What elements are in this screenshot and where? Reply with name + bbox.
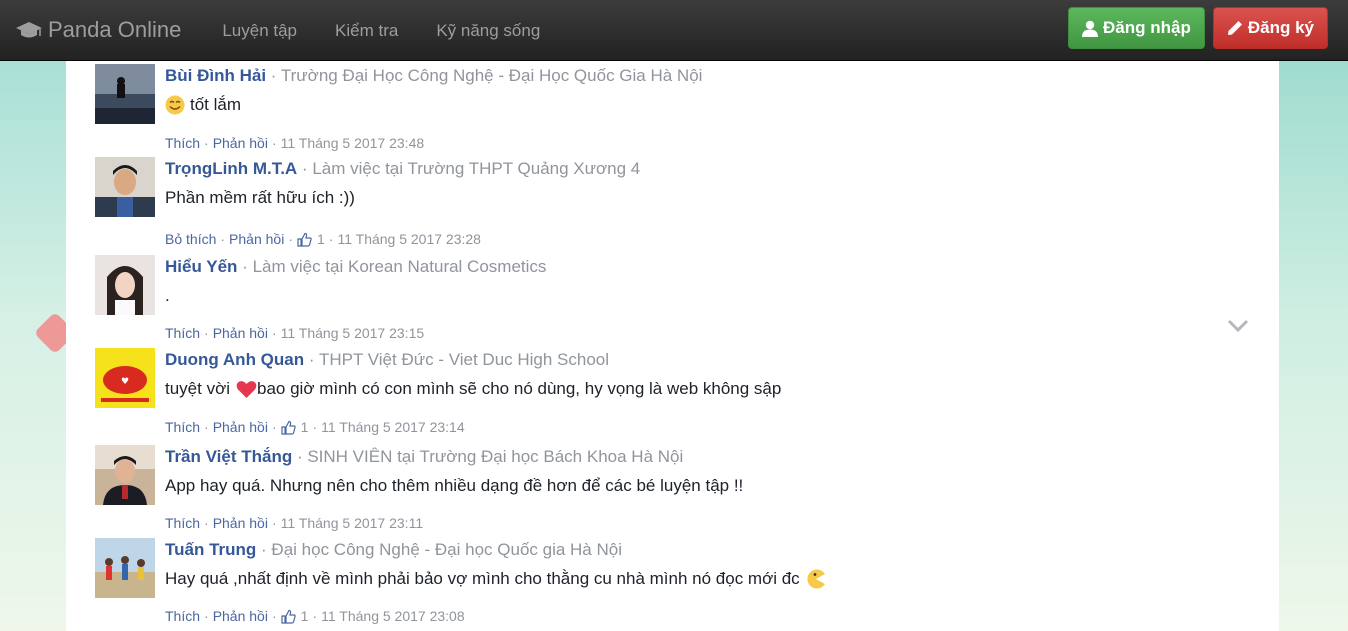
comment-body: Tuấn Trung · Đại học Công Nghệ - Đại học… — [165, 538, 1255, 625]
like-link[interactable]: Thích — [165, 418, 200, 436]
comment-author[interactable]: Trần Việt Thắng — [165, 447, 292, 466]
reply-link[interactable]: Phản hồi — [213, 607, 268, 625]
like-link[interactable]: Thích — [165, 134, 200, 152]
comment-text-row: App hay quá. Nhưng nên cho thêm nhiều dạ… — [165, 474, 1255, 498]
like-link[interactable]: Thích — [165, 607, 200, 625]
comment-affiliation: Làm việc tại Korean Natural Cosmetics — [252, 257, 547, 276]
reply-link[interactable]: Phản hồi — [213, 514, 268, 532]
comment-affiliation: Trường Đại Học Công Nghệ - Đại Học Quốc … — [280, 66, 703, 85]
comment-text: Phần mềm rất hữu ích :)) — [165, 188, 355, 207]
brand[interactable]: Panda Online — [16, 0, 181, 61]
comment-text: Hay quá ,nhất định về mình phải bảo vợ m… — [165, 569, 800, 588]
comment-author[interactable]: TrọngLinh M.T.A — [165, 159, 297, 178]
comment-actions: Thích · Phản hồi · 11 Tháng 5 2017 23:48 — [165, 134, 425, 152]
chevron-down-icon[interactable] — [1227, 319, 1249, 333]
pacman-emoji-icon — [807, 569, 825, 589]
comment-text-start: tuyệt vời — [165, 379, 231, 398]
user-icon — [1082, 20, 1099, 37]
comment-text-row: Phần mềm rất hữu ích :)) — [165, 186, 1255, 210]
unlike-link[interactable]: Bỏ thích — [165, 230, 216, 248]
reply-link[interactable]: Phản hồi — [213, 324, 268, 342]
comment-actions: Thích · Phản hồi · 11 Tháng 5 2017 23:11 — [165, 514, 424, 532]
comment-actions: Thích · Phản hồi · 1 · 11 Tháng 5 2017 2… — [165, 607, 465, 625]
login-button[interactable]: Đăng nhập — [1068, 7, 1205, 49]
avatar[interactable] — [95, 64, 155, 124]
comment-body: Trần Việt Thắng · SINH VIÊN tại Trường Đ… — [165, 445, 1255, 532]
thumbs-up-icon — [297, 232, 312, 247]
top-navbar: Panda Online Luyện tập Kiểm tra Kỹ năng … — [0, 0, 1348, 61]
reply-link[interactable]: Phản hồi — [229, 230, 284, 248]
comments-panel: Bùi Đình Hải · Trường Đại Học Công Nghệ … — [66, 61, 1279, 631]
nav-actions: Đăng nhập Đăng ký — [1068, 7, 1328, 49]
comment-body: Bùi Đình Hải · Trường Đại Học Công Nghệ … — [165, 64, 1255, 152]
comment-text: tốt lắm — [190, 95, 242, 114]
register-label: Đăng ký — [1247, 18, 1314, 37]
smile-emoji-icon — [165, 95, 185, 115]
like-count[interactable]: 1 — [281, 607, 309, 625]
comment-timestamp[interactable]: 11 Tháng 5 2017 23:11 — [281, 514, 423, 532]
like-count[interactable]: 1 — [297, 230, 325, 248]
svg-text:♥: ♥ — [121, 377, 129, 387]
comment-affiliation: Đại học Công Nghệ - Đại học Quốc gia Hà … — [271, 540, 622, 559]
avatar[interactable] — [95, 157, 155, 217]
comment-author[interactable]: Bùi Đình Hải — [165, 66, 266, 85]
thumbs-up-icon — [281, 420, 296, 435]
brand-name: Panda Online — [48, 17, 182, 42]
register-button[interactable]: Đăng ký — [1212, 7, 1328, 49]
comment-affiliation: THPT Việt Đức - Viet Duc High School — [318, 350, 610, 369]
thumbs-up-icon — [281, 609, 296, 624]
like-count[interactable]: 1 — [281, 418, 309, 436]
avatar[interactable] — [95, 255, 155, 315]
login-label: Đăng nhập — [1103, 18, 1191, 37]
avatar[interactable] — [95, 445, 155, 505]
comment-timestamp[interactable]: 11 Tháng 5 2017 23:48 — [281, 134, 425, 152]
separator-dot: · — [270, 66, 281, 85]
comment-actions: Bỏ thích · Phản hồi · 1 · 11 Tháng 5 201… — [165, 230, 481, 248]
comment-timestamp[interactable]: 11 Tháng 5 2017 23:28 — [337, 230, 481, 248]
heart-emoji-icon — [236, 380, 257, 398]
comment-text: . — [165, 286, 170, 305]
nav-link-test[interactable]: Kiểm tra — [316, 0, 417, 61]
like-link[interactable]: Thích — [165, 324, 200, 342]
comment-text: App hay quá. Nhưng nên cho thêm nhiều dạ… — [165, 476, 744, 495]
like-count-value: 1 — [300, 608, 309, 624]
comment-text-row: tốt lắm — [165, 93, 1255, 117]
nav-links: Luyện tập Kiểm tra Kỹ năng sống — [203, 0, 559, 61]
comment-author[interactable]: Hiểu Yến — [165, 257, 237, 276]
like-count-value: 1 — [300, 419, 309, 435]
comment-affiliation: Làm việc tại Trường THPT Quảng Xương 4 — [312, 159, 641, 178]
comment-body: Duong Anh Quan · THPT Việt Đức - Viet Du… — [165, 348, 1255, 436]
comment-author[interactable]: Duong Anh Quan — [165, 350, 304, 369]
avatar[interactable]: ♥ — [95, 348, 155, 408]
comment-timestamp[interactable]: 11 Tháng 5 2017 23:14 — [321, 418, 465, 436]
background-right-decoration — [1278, 61, 1348, 631]
comment-text-row: Hay quá ,nhất định về mình phải bảo vợ m… — [165, 567, 1255, 591]
graduation-cap-icon — [16, 22, 42, 38]
pencil-icon — [1227, 21, 1242, 35]
comment-timestamp[interactable]: 11 Tháng 5 2017 23:08 — [321, 607, 465, 625]
avatar[interactable] — [95, 538, 155, 598]
comment-text: bao giờ mình có con mình sẽ cho nó dùng,… — [257, 379, 782, 398]
comment-text-row: tuyệt vời bao giờ mình có con mình sẽ ch… — [165, 377, 1255, 401]
like-link[interactable]: Thích — [165, 514, 200, 532]
comment-author[interactable]: Tuấn Trung — [165, 540, 256, 559]
comment-body: TrọngLinh M.T.A · Làm việc tại Trường TH… — [165, 157, 1255, 248]
nav-link-life-skills[interactable]: Kỹ năng sống — [417, 0, 559, 61]
comment-text-row: . — [165, 284, 1255, 308]
comment-affiliation: SINH VIÊN tại Trường Đại học Bách Khoa H… — [307, 447, 684, 466]
comment-actions: Thích · Phản hồi · 1 · 11 Tháng 5 2017 2… — [165, 418, 465, 436]
like-count-value: 1 — [317, 231, 325, 247]
comment-timestamp[interactable]: 11 Tháng 5 2017 23:15 — [281, 324, 425, 342]
reply-link[interactable]: Phản hồi — [213, 418, 268, 436]
comment-body: Hiểu Yến · Làm việc tại Korean Natural C… — [165, 255, 1255, 342]
nav-link-practice[interactable]: Luyện tập — [203, 0, 316, 61]
comment-actions: Thích · Phản hồi · 11 Tháng 5 2017 23:15 — [165, 324, 425, 342]
reply-link[interactable]: Phản hồi — [213, 134, 268, 152]
